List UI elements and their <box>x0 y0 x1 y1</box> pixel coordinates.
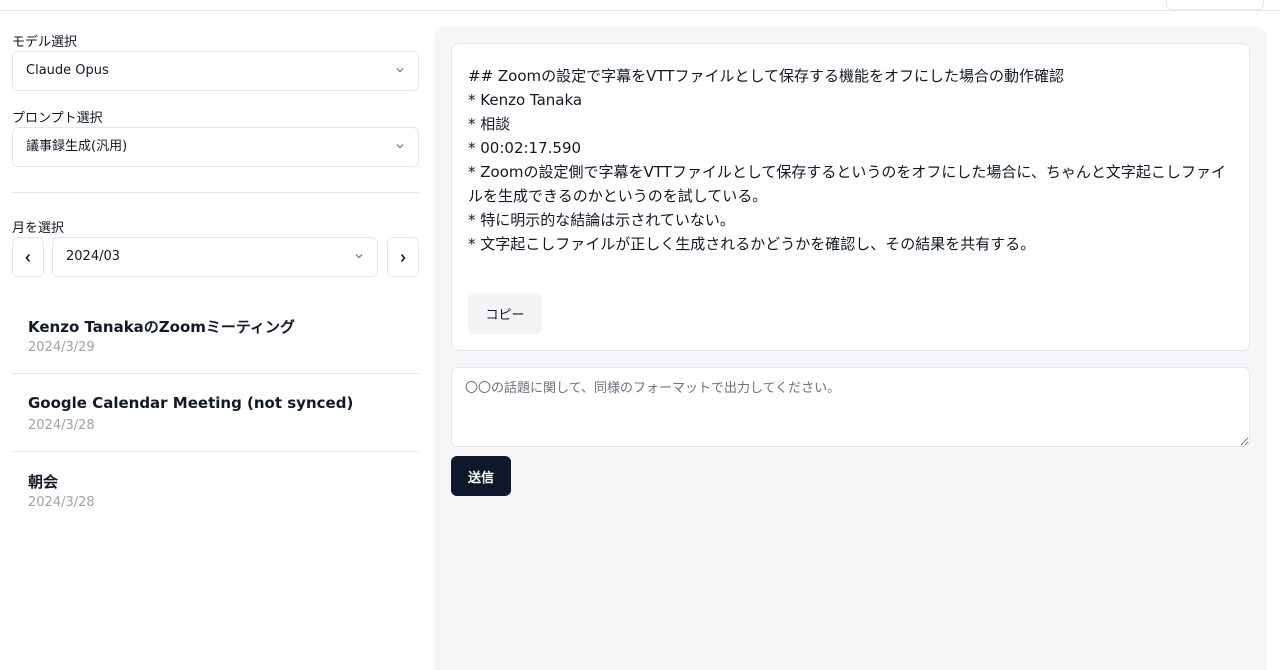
chevron-right-icon <box>399 248 407 267</box>
model-select-label: モデル選択 <box>12 35 78 50</box>
chevron-down-icon <box>355 252 363 260</box>
prompt-select-value: 議事録生成(汎用) <box>26 139 128 154</box>
prompt-select[interactable]: 議事録生成(汎用) <box>12 127 419 167</box>
chevron-left-icon <box>24 248 32 267</box>
output-line: * Zoomの設定側で字幕をVTTファイルとして保存するというのをオフにした場合… <box>468 163 1226 205</box>
chevron-down-icon <box>396 142 404 150</box>
meeting-date: 2024/3/28 <box>28 418 95 433</box>
output-line: * Kenzo Tanaka <box>468 91 583 109</box>
sidebar-divider <box>12 192 419 193</box>
next-month-button[interactable] <box>387 237 419 277</box>
output-line: * 文字起こしファイルが正しく生成されるかどうかを確認し、その結果を共有する。 <box>468 235 1036 253</box>
prompt-input[interactable] <box>451 367 1250 447</box>
meeting-item[interactable]: 朝会 2024/3/28 <box>12 452 419 529</box>
model-select[interactable]: Claude Opus <box>12 51 419 91</box>
prompt-select-label: プロンプト選択 <box>12 111 103 126</box>
output-card: ## Zoomの設定で字幕をVTTファイルとして保存する機能をオフにした場合の動… <box>451 43 1250 351</box>
chevron-down-icon <box>396 66 404 74</box>
top-right-button[interactable] <box>1166 0 1264 10</box>
output-line: * 00:02:17.590 <box>468 139 582 157</box>
output-heading: ## Zoomの設定で字幕をVTTファイルとして保存する機能をオフにした場合の動… <box>468 67 1065 85</box>
main-panel: ## Zoomの設定で字幕をVTTファイルとして保存する機能をオフにした場合の動… <box>434 27 1267 670</box>
prev-month-button[interactable] <box>12 237 44 277</box>
month-select-label: 月を選択 <box>12 221 65 236</box>
output-text: ## Zoomの設定で字幕をVTTファイルとして保存する機能をオフにした場合の動… <box>468 64 1238 256</box>
send-button[interactable]: 送信 <box>451 456 511 496</box>
month-select[interactable]: 2024/03 <box>52 237 378 277</box>
output-line: * 相談 <box>468 115 511 133</box>
meeting-title: 朝会 <box>28 473 59 491</box>
meeting-date: 2024/3/29 <box>28 340 95 355</box>
top-bar <box>0 0 1280 11</box>
meeting-item[interactable]: Google Calendar Meeting (not synced) 202… <box>12 375 419 452</box>
month-select-value: 2024/03 <box>66 249 121 264</box>
meeting-item[interactable]: Kenzo TanakaのZoomミーティング 2024/3/29 <box>12 297 419 374</box>
model-select-value: Claude Opus <box>26 63 109 78</box>
meeting-divider <box>12 373 419 374</box>
meeting-title: Kenzo TanakaのZoomミーティング <box>28 318 296 336</box>
sidebar: モデル選択 Claude Opus プロンプト選択 議事録生成(汎用) 月を選択… <box>0 11 432 670</box>
meeting-title: Google Calendar Meeting (not synced) <box>28 394 354 412</box>
copy-button[interactable]: コピー <box>468 293 542 334</box>
meeting-date: 2024/3/28 <box>28 495 95 510</box>
output-line: * 特に明示的な結論は示されていない。 <box>468 211 735 229</box>
